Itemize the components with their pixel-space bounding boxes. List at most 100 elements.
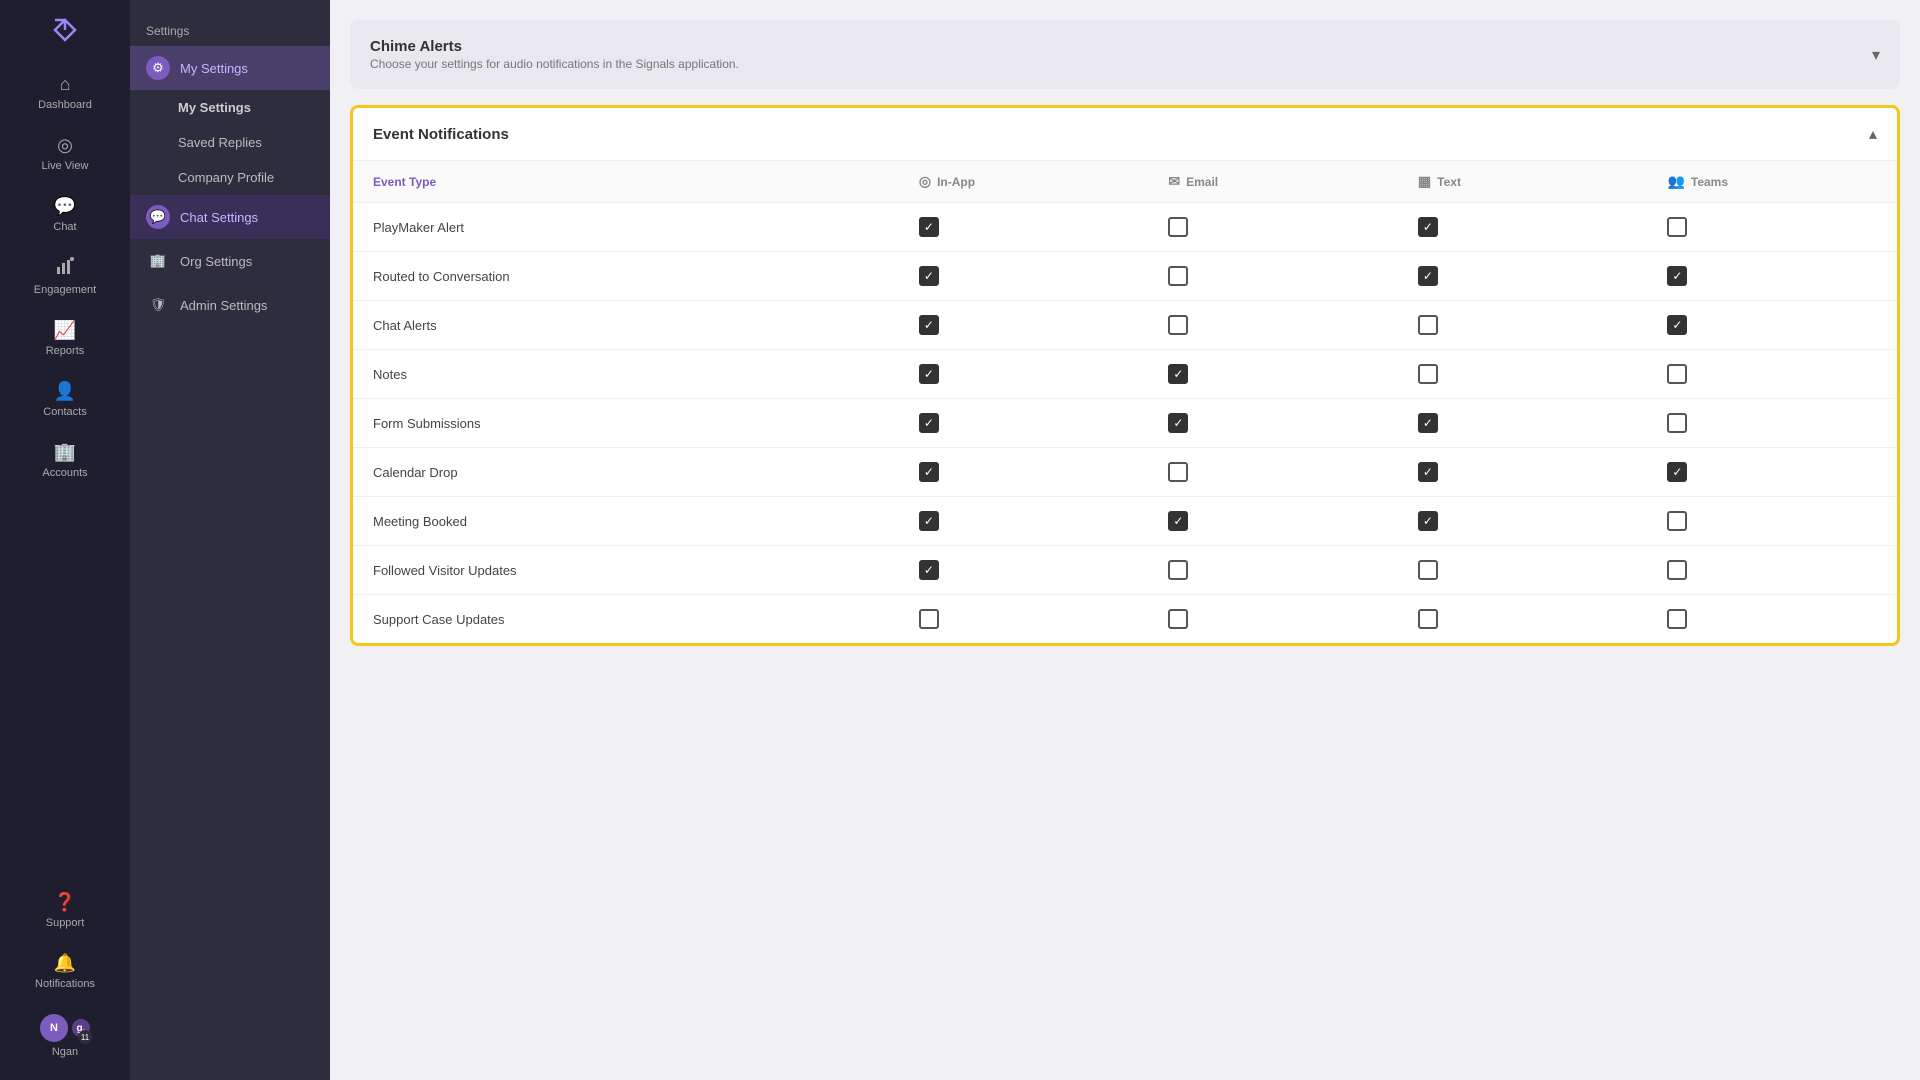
teams-icon: 👥 <box>1667 173 1684 190</box>
accounts-icon: 🏢 <box>54 442 76 463</box>
sidebar-item-chat-settings[interactable]: 💬 Chat Settings <box>130 195 330 239</box>
checkbox[interactable]: ✓ <box>1418 413 1438 433</box>
avatar: N <box>40 1014 68 1042</box>
event-type-cell: Notes <box>353 350 899 399</box>
event-notifications-collapse-icon[interactable]: ▴ <box>1869 124 1877 144</box>
dashboard-icon: ⌂ <box>60 74 71 95</box>
inapp-icon: ◎ <box>919 173 931 190</box>
checkbox[interactable]: ✓ <box>1667 315 1687 335</box>
inapp-checkbox-cell: ✓ <box>899 546 1149 595</box>
email-column-header: ✉ Email <box>1148 161 1398 203</box>
checkbox[interactable]: ✓ <box>1168 364 1188 384</box>
checkbox[interactable]: ✓ <box>919 266 939 286</box>
email-checkbox-cell <box>1148 203 1398 252</box>
sidebar-item-saved-replies[interactable]: Saved Replies <box>170 125 330 160</box>
sidebar-item-notifications[interactable]: 🔔 Notifications <box>0 943 130 1000</box>
event-type-cell: Form Submissions <box>353 399 899 448</box>
left-navigation: ⌂ Dashboard ◎ Live View 💬 Chat Engagemen… <box>0 0 130 1080</box>
sidebar-item-label: Admin Settings <box>180 298 267 313</box>
table-row: Meeting Booked✓✓✓ <box>353 497 1897 546</box>
checkbox[interactable]: ✓ <box>1418 217 1438 237</box>
sidebar-item-dashboard[interactable]: ⌂ Dashboard <box>0 64 130 121</box>
checkbox[interactable]: ✓ <box>919 364 939 384</box>
email-checkbox-cell <box>1148 448 1398 497</box>
sidebar-item-company-profile[interactable]: Company Profile <box>170 160 330 195</box>
checkbox[interactable]: ✓ <box>1667 266 1687 286</box>
checkbox[interactable]: ✓ <box>1418 266 1438 286</box>
sidebar-item-org-settings[interactable]: 🏢 Org Settings <box>130 239 330 283</box>
checkbox[interactable] <box>1168 217 1188 237</box>
table-row: Chat Alerts ✓ ✓ <box>353 301 1897 350</box>
checkbox[interactable] <box>1418 560 1438 580</box>
checkbox[interactable]: ✓ <box>919 315 939 335</box>
sidebar-item-label: Chat <box>53 221 76 233</box>
sidebar-item-my-settings[interactable]: ⚙ My Settings <box>130 46 330 90</box>
checkbox[interactable]: ✓ <box>919 560 939 580</box>
checkbox[interactable]: ✓ <box>919 413 939 433</box>
teams-checkbox-cell <box>1647 203 1897 252</box>
live-view-icon: ◎ <box>57 135 73 156</box>
email-header-label: Email <box>1186 175 1218 189</box>
sidebar-item-label: Company Profile <box>178 170 274 185</box>
sidebar-item-contacts[interactable]: 👤 Contacts <box>0 371 130 428</box>
checkbox[interactable] <box>1418 609 1438 629</box>
checkbox[interactable] <box>1667 560 1687 580</box>
chime-alerts-title: Chime Alerts <box>370 38 739 55</box>
checkbox[interactable]: ✓ <box>919 462 939 482</box>
checkbox[interactable] <box>1667 217 1687 237</box>
checkbox[interactable] <box>1667 364 1687 384</box>
event-type-cell: Chat Alerts <box>353 301 899 350</box>
table-row: Notes ✓ ✓ <box>353 350 1897 399</box>
admin-settings-icon: 🛡 <box>146 293 170 317</box>
sidebar-item-label: Org Settings <box>180 254 252 269</box>
chime-alerts-info: Chime Alerts Choose your settings for au… <box>370 38 739 71</box>
sidebar-item-my-settings-sub[interactable]: My Settings <box>170 90 330 125</box>
checkbox[interactable] <box>1667 413 1687 433</box>
text-icon: ▦ <box>1418 173 1431 190</box>
inapp-header-inner: ◎ In-App <box>919 173 1129 190</box>
teams-header-inner: 👥 Teams <box>1667 173 1877 190</box>
checkbox[interactable]: ✓ <box>919 217 939 237</box>
user-avatar-section[interactable]: N g. 11 Ngan <box>0 1004 130 1068</box>
checkbox[interactable] <box>1168 609 1188 629</box>
table-row: PlayMaker Alert✓✓ <box>353 203 1897 252</box>
teams-checkbox-cell <box>1647 546 1897 595</box>
checkbox[interactable]: ✓ <box>1418 511 1438 531</box>
chime-alerts-card[interactable]: Chime Alerts Choose your settings for au… <box>350 20 1900 89</box>
email-checkbox-cell: ✓ <box>1148 497 1398 546</box>
sidebar-submenu: My Settings Saved Replies Company Profil… <box>130 90 330 195</box>
sidebar-item-chat[interactable]: 💬 Chat <box>0 186 130 243</box>
teams-checkbox-cell <box>1647 595 1897 644</box>
sidebar-item-reports[interactable]: 📈 Reports <box>0 310 130 367</box>
checkbox[interactable]: ✓ <box>1168 511 1188 531</box>
checkbox[interactable] <box>1168 560 1188 580</box>
checkbox[interactable] <box>1667 609 1687 629</box>
chat-icon: 💬 <box>54 196 76 217</box>
inapp-checkbox-cell: ✓ <box>899 399 1149 448</box>
sidebar-item-admin-settings[interactable]: 🛡 Admin Settings <box>130 283 330 327</box>
sidebar-item-engagement[interactable]: Engagement <box>0 247 130 306</box>
checkbox[interactable]: ✓ <box>1667 462 1687 482</box>
checkbox[interactable]: ✓ <box>1168 413 1188 433</box>
sidebar-item-label: Contacts <box>43 406 86 418</box>
sidebar-item-live-view[interactable]: ◎ Live View <box>0 125 130 182</box>
sidebar-item-support[interactable]: ❓ Support <box>0 882 130 939</box>
checkbox[interactable] <box>1418 364 1438 384</box>
text-column-header: ▦ Text <box>1398 161 1648 203</box>
teams-checkbox-cell: ✓ <box>1647 252 1897 301</box>
sidebar-item-label: My Settings <box>180 61 248 76</box>
user-avatar-container: N g. 11 <box>40 1014 90 1042</box>
checkbox[interactable] <box>1168 462 1188 482</box>
sidebar-item-accounts[interactable]: 🏢 Accounts <box>0 432 130 489</box>
chime-alerts-subtitle: Choose your settings for audio notificat… <box>370 57 739 71</box>
inapp-checkbox-cell: ✓ <box>899 203 1149 252</box>
app-logo[interactable] <box>47 12 83 48</box>
checkbox[interactable] <box>919 609 939 629</box>
inapp-checkbox-cell: ✓ <box>899 301 1149 350</box>
checkbox[interactable] <box>1168 266 1188 286</box>
checkbox[interactable]: ✓ <box>919 511 939 531</box>
checkbox[interactable] <box>1667 511 1687 531</box>
checkbox[interactable] <box>1418 315 1438 335</box>
checkbox[interactable]: ✓ <box>1418 462 1438 482</box>
checkbox[interactable] <box>1168 315 1188 335</box>
